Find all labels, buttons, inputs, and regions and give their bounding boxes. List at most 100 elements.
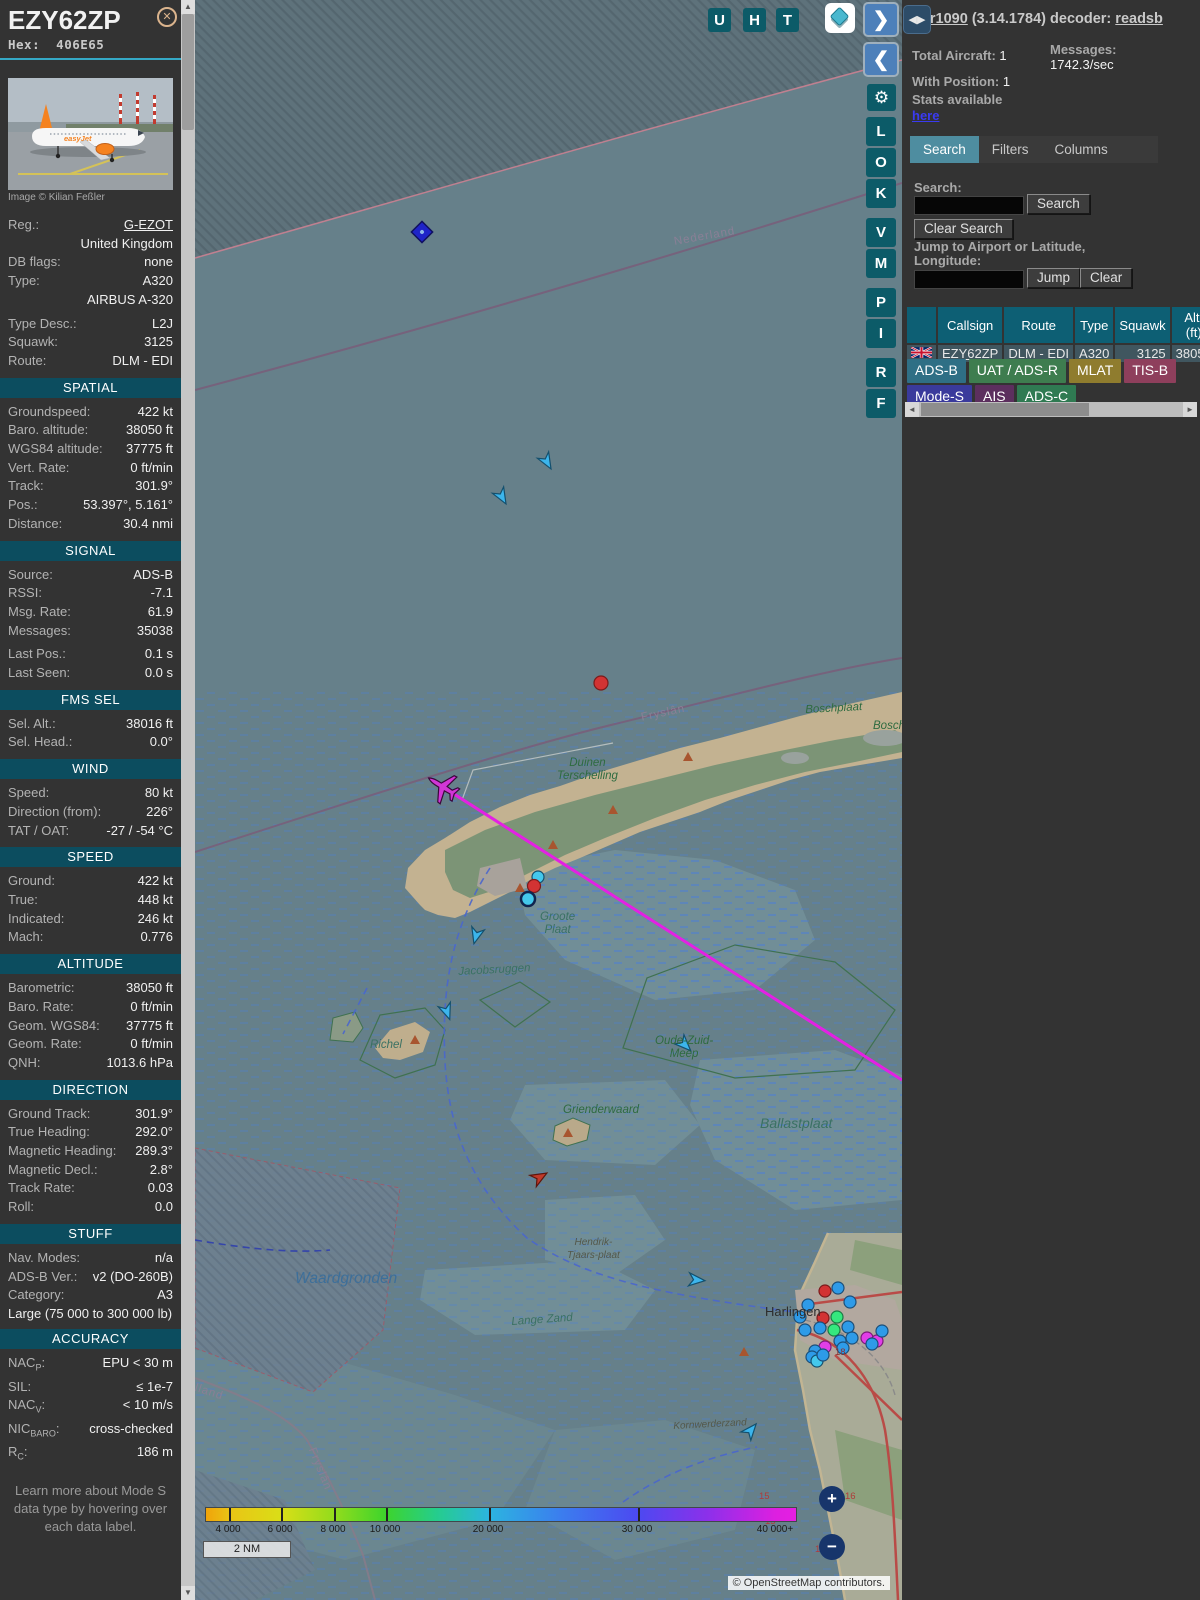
badge-mlat[interactable]: MLAT xyxy=(1068,359,1122,383)
jump-input[interactable] xyxy=(914,270,1024,289)
ship-marker[interactable] xyxy=(816,1348,830,1362)
section-header-direction: DIRECTION xyxy=(0,1079,181,1100)
close-icon[interactable]: ✕ xyxy=(157,7,177,27)
scroll-right-icon[interactable]: ► xyxy=(1183,402,1197,417)
map-button-U[interactable]: U xyxy=(708,8,731,32)
col-header-Squawk[interactable]: Squawk xyxy=(1115,307,1170,343)
section-header-spatial: SPATIAL xyxy=(0,377,181,398)
zoom-in-button[interactable]: + xyxy=(819,1486,845,1512)
badge-uat-ads-r[interactable]: UAT / ADS-R xyxy=(968,359,1066,383)
ship-marker[interactable] xyxy=(845,1331,859,1345)
col-header-Type[interactable]: Type xyxy=(1075,307,1114,343)
photo-credit: Image © Kilian Feßler xyxy=(8,192,105,203)
aircraft-list-panel: tar1090 (3.14.1784) decoder: readsb ◀▶ T… xyxy=(902,0,1200,1600)
stats-here-link[interactable]: here xyxy=(912,108,939,123)
ship-marker[interactable] xyxy=(526,878,542,894)
layer-toggle-I[interactable]: I xyxy=(866,319,896,348)
ship-marker[interactable] xyxy=(827,1323,841,1337)
data-row: Direction (from): 226° xyxy=(8,803,173,819)
scale-bar: 2 NM xyxy=(203,1541,291,1558)
ship-marker[interactable] xyxy=(593,675,609,691)
ship-marker[interactable] xyxy=(519,890,537,908)
layer-toggle-V[interactable]: V xyxy=(866,218,896,247)
col-header-Alt. (ft)[interactable]: Alt. (ft) xyxy=(1171,307,1200,343)
tab-columns[interactable]: Columns xyxy=(1041,136,1121,163)
ship-marker[interactable] xyxy=(841,1320,855,1334)
data-row: Sel. Alt.: 38016 ft xyxy=(8,715,173,731)
search-input[interactable] xyxy=(914,196,1024,215)
data-row: Geom. Rate: 0 ft/min xyxy=(8,1036,173,1052)
aircraft-header: EZY62ZP ✕ Hex: 406E65 xyxy=(0,0,181,52)
ship-marker[interactable] xyxy=(818,1284,832,1298)
jump-button[interactable]: Jump xyxy=(1027,268,1081,288)
ship-marker[interactable] xyxy=(836,1341,850,1355)
badge-tis-b[interactable]: TIS-B xyxy=(1124,359,1177,383)
section-header-signal: SIGNAL xyxy=(0,540,181,561)
layer-toggle-M[interactable]: M xyxy=(866,249,896,278)
layer-toggle-L[interactable]: L xyxy=(866,117,896,146)
search-button[interactable]: Search xyxy=(1027,194,1090,214)
layers-icon[interactable] xyxy=(825,3,855,33)
tab-filters[interactable]: Filters xyxy=(978,136,1042,163)
legend-tick xyxy=(281,1508,283,1521)
badge-ads-b[interactable]: ADS-B xyxy=(907,359,966,383)
data-row: Last Seen: 0.0 s xyxy=(8,665,173,681)
aircraft-table[interactable]: CallsignRouteTypeSquawkAlt. (ft)EZY62ZPD… xyxy=(905,305,1200,364)
legend-tick xyxy=(638,1508,640,1521)
data-row: Track: 301.9° xyxy=(8,478,173,494)
map[interactable]: Nederland Fryslân Fryslân lland Boschplaat Bo… xyxy=(195,0,902,1600)
aircraft-detail-panel: EZY62ZP ✕ Hex: 406E65 easyJet Image © Ki… xyxy=(0,0,181,1600)
aircraft-photo[interactable]: easyJet xyxy=(8,78,173,190)
osm-attribution[interactable]: © OpenStreetMap contributors. xyxy=(727,1576,890,1590)
tar1090-app: EZY62ZP ✕ Hex: 406E65 easyJet Image © Ki… xyxy=(0,0,1200,1600)
sidebar-scrollbar[interactable]: ▲ ▼ xyxy=(181,0,195,1600)
table-horizontal-scrollbar[interactable]: ◄ ► xyxy=(905,402,1197,417)
gear-icon[interactable]: ⚙ xyxy=(867,84,896,111)
data-row: Ground Track: 301.9° xyxy=(8,1105,173,1121)
ship-marker[interactable] xyxy=(875,1324,889,1338)
ship-marker[interactable] xyxy=(793,1310,807,1324)
scrollbar-thumb[interactable] xyxy=(182,14,194,130)
info-row: DB flags: none xyxy=(8,254,173,270)
col-header-flag[interactable] xyxy=(907,307,936,343)
section-header-speed: SPEED xyxy=(0,847,181,868)
ship-marker[interactable] xyxy=(801,1298,815,1312)
layer-toggle-P[interactable]: P xyxy=(866,288,896,317)
data-row: Large (75 000 to 300 000 lb) xyxy=(8,1305,173,1321)
ship-marker[interactable] xyxy=(843,1295,857,1309)
tab-search[interactable]: Search xyxy=(910,136,979,163)
hscroll-thumb[interactable] xyxy=(921,403,1089,416)
layer-toggle-O[interactable]: O xyxy=(866,148,896,177)
map-button-T[interactable]: T xyxy=(776,8,799,32)
aircraft-data-sections: SPATIAL Groundspeed: 422 kt Baro. altitude:… xyxy=(0,377,181,1467)
collapse-panel-button[interactable]: ❮ xyxy=(863,42,899,77)
ship-marker[interactable] xyxy=(813,1321,827,1335)
data-row: RSSI: -7.1 xyxy=(8,585,173,601)
info-row: Squawk: 3125 xyxy=(8,334,173,350)
panel-width-toggle-icon[interactable]: ◀▶ xyxy=(903,5,931,34)
ship-marker[interactable] xyxy=(865,1337,879,1351)
map-canvas[interactable] xyxy=(195,0,902,1600)
col-header-Route[interactable]: Route xyxy=(1004,307,1074,343)
mode-s-footnote: Learn more about Mode S data type by hov… xyxy=(13,1483,168,1535)
scroll-left-icon[interactable]: ◄ xyxy=(905,402,919,417)
scroll-down-icon[interactable]: ▼ xyxy=(181,1586,195,1600)
ship-marker[interactable] xyxy=(830,1310,844,1324)
legend-tick xyxy=(386,1508,388,1521)
clear-search-button[interactable]: Clear Search xyxy=(914,219,1013,239)
ship-marker[interactable] xyxy=(798,1323,812,1337)
col-header-Callsign[interactable]: Callsign xyxy=(938,307,1003,343)
data-row: Category: A3 xyxy=(8,1287,173,1303)
zoom-out-button[interactable]: − xyxy=(819,1534,845,1560)
layer-toggle-F[interactable]: F xyxy=(866,389,896,418)
map-button-H[interactable]: H xyxy=(743,8,766,32)
clear-button[interactable]: Clear xyxy=(1080,268,1133,288)
scroll-up-icon[interactable]: ▲ xyxy=(181,0,195,14)
altitude-legend xyxy=(205,1507,797,1522)
ship-marker[interactable] xyxy=(831,1281,845,1295)
data-row: QNH: 1013.6 hPa xyxy=(8,1054,173,1070)
layer-toggle-R[interactable]: R xyxy=(866,358,896,387)
expand-panel-button[interactable]: ❯ xyxy=(863,2,899,37)
layer-toggle-K[interactable]: K xyxy=(866,179,896,208)
readsb-link[interactable]: readsb xyxy=(1115,11,1163,27)
